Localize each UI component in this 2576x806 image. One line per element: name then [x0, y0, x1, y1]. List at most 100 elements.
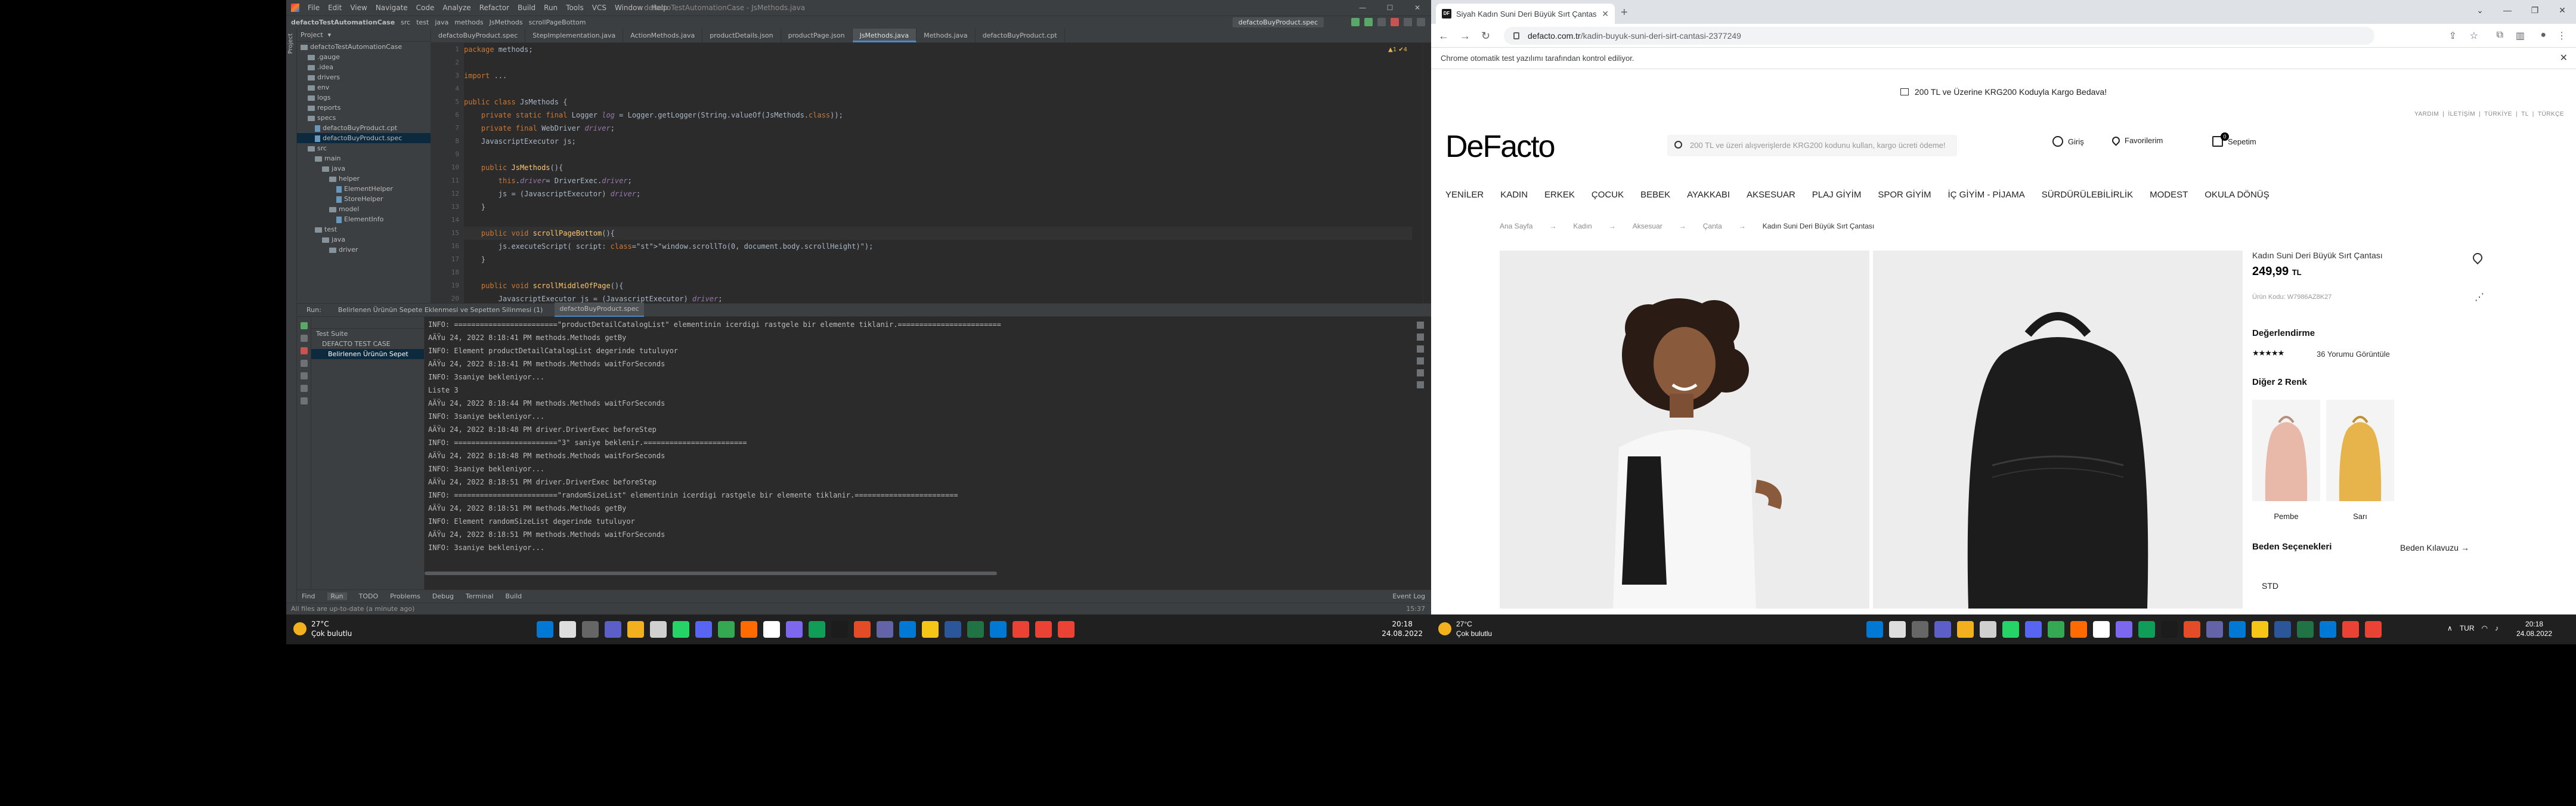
taskbar-app-icon[interactable]	[650, 621, 667, 638]
new-tab-icon[interactable]: +	[1621, 6, 1628, 20]
project-tree-item[interactable]: defactoBuyProduct.spec	[297, 133, 431, 143]
tool-tab-todo[interactable]: TODO	[359, 592, 379, 600]
code-line[interactable]: public class JsMethods {	[464, 95, 1412, 109]
project-tree-item[interactable]: logs	[297, 92, 431, 103]
category-link[interactable]: MODEST	[2150, 190, 2188, 200]
category-link[interactable]: AKSESUAR	[1747, 190, 1795, 200]
crumb-project[interactable]: defactoTestAutomationCase	[291, 18, 395, 26]
settings-icon[interactable]	[1417, 18, 1425, 26]
utility-link[interactable]: İLETİŞİM	[2448, 111, 2475, 118]
category-link[interactable]: OKULA DÖNÜŞ	[2205, 190, 2269, 200]
stop-run-icon[interactable]	[301, 347, 308, 354]
weather-widget[interactable]: 27°C Çok bulutlu	[293, 619, 352, 638]
product-image-model[interactable]	[1500, 251, 1869, 609]
code-line[interactable]: public void scrollPageBottom(){	[464, 227, 1412, 240]
category-link[interactable]: PLAJ GİYİM	[1812, 190, 1862, 200]
taskbar-app-icon[interactable]	[2274, 621, 2291, 638]
code-line[interactable]	[464, 266, 1412, 279]
editor-tab[interactable]: StepImplementation.java	[525, 29, 624, 42]
site-search-input[interactable]: 200 TL ve üzeri alışverişlerde KRG200 ko…	[1667, 135, 1957, 156]
close-icon[interactable]: ✕	[2549, 0, 2576, 20]
infobar-close-icon[interactable]: ✕	[2560, 48, 2568, 69]
project-tree-item[interactable]: ElementHelper	[297, 184, 431, 194]
category-link[interactable]: YENİLER	[1445, 190, 1484, 200]
toggle-passed-icon[interactable]	[301, 335, 308, 342]
taskbar-app-icon[interactable]	[763, 621, 780, 638]
menu-refactor[interactable]: Refactor	[479, 4, 509, 12]
project-tree-item[interactable]: reports	[297, 103, 431, 113]
project-tree-item[interactable]: env	[297, 82, 431, 92]
taskbar-app-icon[interactable]	[582, 621, 599, 638]
favorite-heart-icon[interactable]	[2470, 251, 2485, 265]
taskbar-app-icon[interactable]	[922, 621, 939, 638]
crumb-src[interactable]: src	[401, 18, 410, 26]
login-link[interactable]: Giriş	[2052, 136, 2084, 147]
taskbar-app-icon[interactable]	[2138, 621, 2155, 638]
crumb-method[interactable]: scrollPageBottom	[529, 18, 586, 26]
event-log-button[interactable]: Event Log	[1392, 592, 1425, 600]
taskbar-clock[interactable]: 20:18 24.08.2022	[2516, 619, 2552, 638]
coverage-icon[interactable]	[1377, 18, 1386, 26]
taskbar-app-icon[interactable]	[2025, 621, 2042, 638]
run-tab-spec[interactable]: defactoBuyProduct.spec	[555, 302, 644, 317]
menu-edit[interactable]: Edit	[328, 4, 342, 12]
trash-icon[interactable]	[1417, 381, 1424, 388]
tool-tab-run[interactable]: Run	[327, 592, 347, 600]
promo-banner[interactable]: 200 TL ve Üzerine KRG200 Koduyla Kargo B…	[1431, 82, 2576, 101]
project-tree-item[interactable]: src	[297, 143, 431, 153]
run-config-select[interactable]: defactoBuyProduct.spec	[1232, 17, 1324, 27]
category-link[interactable]: SPOR GİYİM	[1878, 190, 1931, 200]
editor-scrollbar[interactable]	[1423, 43, 1431, 303]
pin-icon[interactable]	[301, 397, 308, 404]
taskbar-app-icon[interactable]	[2320, 621, 2336, 638]
taskbar-app-icon[interactable]	[831, 621, 848, 638]
test-suite-node[interactable]: Test Suite	[311, 329, 424, 339]
color-swatch-pink[interactable]	[2252, 400, 2320, 501]
category-link[interactable]: SÜRDÜRÜLEBİLİRLİK	[2042, 190, 2133, 200]
extensions-icon[interactable]: ⧉	[2497, 30, 2503, 41]
project-tree-item[interactable]: driver	[297, 245, 431, 255]
menu-navigate[interactable]: Navigate	[376, 4, 408, 12]
menu-view[interactable]: View	[350, 4, 367, 12]
taskbar-app-icon[interactable]	[990, 621, 1007, 638]
menu-analyze[interactable]: Analyze	[442, 4, 470, 12]
minimize-icon[interactable]: —	[2494, 0, 2521, 20]
color-swatch-yellow[interactable]	[2326, 400, 2394, 501]
address-bar[interactable]: defacto.com.tr/kadin-buyuk-suni-deri-sir…	[1504, 27, 2374, 45]
taskbar-app-icon[interactable]	[2206, 621, 2223, 638]
inspection-widget[interactable]: ▲1 ✔4	[1388, 47, 1407, 53]
project-tree-item[interactable]: defactoBuyProduct.cpt	[297, 123, 431, 133]
project-tool-tab[interactable]: Project	[287, 33, 294, 54]
tool-tab-problems[interactable]: Problems	[390, 592, 420, 600]
breadcrumb-link[interactable]: Kadın	[1573, 222, 1592, 230]
crumb-java[interactable]: java	[435, 18, 448, 26]
volume-icon[interactable]: ♪	[2495, 624, 2498, 632]
scroll-down-icon[interactable]	[1417, 333, 1424, 341]
taskbar-app-icon[interactable]	[2048, 621, 2064, 638]
project-tree-item[interactable]: defactoTestAutomationCase	[297, 42, 431, 52]
profile-icon[interactable]: ●	[2540, 30, 2546, 41]
code-line[interactable]: JavascriptExecutor js;	[464, 135, 1412, 148]
crumb-class[interactable]: JsMethods	[490, 18, 523, 26]
taskbar-app-icon[interactable]	[2093, 621, 2110, 638]
taskbar-app-icon[interactable]	[1013, 621, 1029, 638]
category-link[interactable]: ERKEK	[1544, 190, 1575, 200]
project-tree-item[interactable]: helper	[297, 174, 431, 184]
browser-tab[interactable]: DF Siyah Kadın Suni Deri Büyük Sırt Çant…	[1436, 4, 1615, 24]
breadcrumb-link[interactable]: Çanta	[1703, 222, 1722, 230]
menu-code[interactable]: Code	[416, 4, 435, 12]
taskbar-app-icon[interactable]	[1889, 621, 1906, 638]
taskbar-app-icon[interactable]	[1912, 621, 1928, 638]
wifi-icon[interactable]: ◠	[2482, 624, 2488, 632]
taskbar-app-icon[interactable]	[2161, 621, 2178, 638]
code-line[interactable]: private final WebDriver driver;	[464, 122, 1412, 135]
taskbar-app-icon[interactable]	[2229, 621, 2246, 638]
print-icon[interactable]	[1417, 369, 1424, 376]
taskbar-app-icon[interactable]	[695, 621, 712, 638]
chevron-up-icon[interactable]: ∧	[2447, 624, 2453, 632]
category-link[interactable]: BEBEK	[1640, 190, 1670, 200]
menu-build[interactable]: Build	[518, 4, 535, 12]
code-line[interactable]: import ...	[464, 69, 1412, 82]
reload-icon[interactable]: ↻	[1481, 30, 1490, 42]
share-icon[interactable]: ⇪	[2449, 30, 2457, 42]
